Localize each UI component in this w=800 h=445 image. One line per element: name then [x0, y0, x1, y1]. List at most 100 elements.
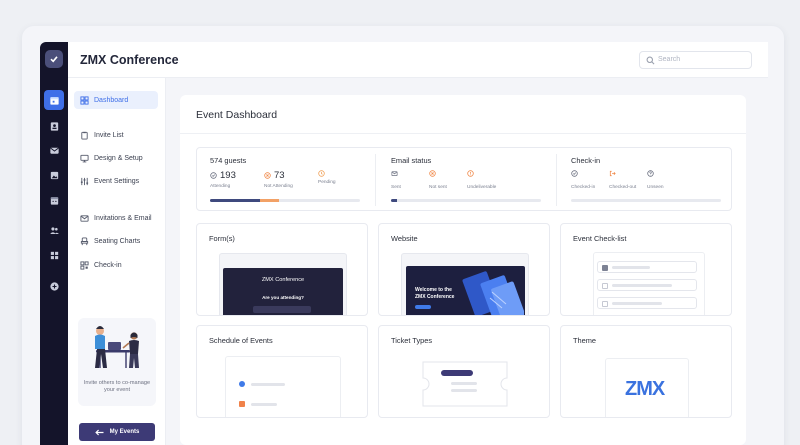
schedule-card[interactable]: Schedule of Events: [196, 325, 368, 418]
checked-in-stat[interactable]: Checked-in: [571, 170, 595, 190]
sidebar-item-dashboard[interactable]: Dashboard: [74, 91, 158, 109]
my-events-label: My Events: [109, 429, 140, 435]
clipboard-icon: [81, 131, 88, 140]
ticket-illustration: [422, 361, 508, 407]
users-icon[interactable]: [44, 220, 64, 240]
contacts-icon[interactable]: [44, 116, 64, 136]
attending-count: 193: [220, 170, 236, 181]
undeliverable-stat[interactable]: Undeliverable: [467, 170, 496, 190]
form-preview: ZMX Conference Are you attending?: [223, 268, 343, 315]
search-input[interactable]: Search: [639, 51, 752, 69]
unseen-stat[interactable]: Unseen: [647, 170, 664, 190]
sidebar-item-label: Invitations & Email: [94, 214, 152, 222]
team-illustration: [95, 326, 139, 368]
divider: [180, 133, 746, 134]
ticket-types-card[interactable]: Ticket Types: [378, 325, 550, 418]
theme-card[interactable]: Theme ZMX: [560, 325, 732, 418]
website-preview-text-1: Welcome to the: [415, 287, 452, 293]
checklist-row: [597, 297, 697, 309]
card-title: Schedule of Events: [209, 336, 273, 345]
website-preview-text-2: ZMX Conference: [415, 294, 455, 300]
sidebar-item-check-in[interactable]: Check-in: [74, 256, 158, 274]
form-preview-input: [253, 306, 311, 313]
skeleton-line: [612, 266, 650, 269]
x-circle-icon: [264, 172, 271, 179]
sidebar-item-label: Event Settings: [94, 177, 140, 185]
card-title: Theme: [573, 336, 597, 345]
sidebar-item-event-settings[interactable]: Event Settings: [74, 172, 158, 190]
sidebar-item-invite-list[interactable]: Invite List: [74, 126, 158, 144]
checkbox-icon: [602, 300, 608, 307]
attending-stat[interactable]: 193 Attending: [210, 170, 236, 189]
dashboard-icon: [80, 95, 89, 105]
envelope-icon: [391, 171, 398, 176]
calendar-grid-icon[interactable]: [44, 190, 64, 210]
attending-label: Attending: [210, 184, 231, 189]
guests-heading: 574 guests: [210, 156, 247, 165]
schedule-preview: [225, 356, 341, 417]
theme-logo: ZMX: [625, 378, 665, 400]
sidebar-item-label: Dashboard: [94, 96, 129, 104]
email-heading: Email status: [391, 156, 432, 165]
checklist-row: [597, 279, 697, 291]
skeleton-line: [612, 302, 662, 305]
unseen-label: Unseen: [647, 185, 664, 190]
sent-label: Sent: [391, 185, 401, 190]
co-manage-promo: Invite others to co-manage your event: [78, 318, 156, 406]
sliders-icon: [80, 177, 89, 185]
mail-icon[interactable]: [44, 140, 64, 160]
email-group: Email status Sent Not sent Undeliverable: [391, 148, 551, 212]
skeleton-line: [251, 403, 277, 406]
schedule-dot-icon: [239, 381, 245, 387]
check-logo-icon[interactable]: [45, 50, 63, 68]
my-events-button[interactable]: My Events: [79, 423, 155, 441]
pending-stat[interactable]: Pending: [318, 170, 336, 185]
attending-progress: [210, 199, 261, 202]
exit-icon: [609, 170, 616, 177]
sidebar-item-invitations-email[interactable]: Invitations & Email: [74, 209, 158, 227]
email-progress: [391, 199, 397, 202]
sidebar-item-design-setup[interactable]: Design & Setup: [74, 149, 158, 167]
sent-stat[interactable]: Sent: [391, 170, 401, 190]
schedule-dot-icon: [239, 401, 245, 407]
card-title: Form(s): [209, 234, 235, 243]
page-title: Event Dashboard: [196, 109, 278, 121]
search-placeholder: Search: [658, 56, 681, 63]
not-sent-label: Not sent: [429, 185, 447, 190]
not-attending-label: Not Attending: [264, 184, 293, 189]
not-attending-stat[interactable]: 73 Not Attending: [264, 170, 293, 189]
alert-circle-icon: [467, 170, 474, 177]
app-title: ZMX Conference: [80, 53, 179, 67]
undeliverable-label: Undeliverable: [467, 185, 497, 190]
card-title: Event Check-list: [573, 234, 627, 243]
sidebar-item-label: Seating Charts: [94, 237, 141, 245]
checked-in-label: Checked-in: [571, 185, 596, 190]
skeleton-line: [612, 284, 672, 287]
clock-icon: [318, 170, 325, 177]
check-circle-icon: [571, 170, 578, 177]
skeleton-line: [251, 383, 285, 386]
plus-circle-icon[interactable]: [44, 276, 64, 296]
calendar-icon[interactable]: [44, 90, 64, 110]
checked-out-stat[interactable]: Checked-out: [609, 170, 636, 190]
forms-card[interactable]: Form(s) ZMX Conference Are you attending…: [196, 223, 368, 316]
apps-icon[interactable]: [44, 245, 64, 265]
website-preview: Welcome to the ZMX Conference: [406, 266, 525, 315]
image-icon[interactable]: [44, 165, 64, 185]
card-title: Ticket Types: [391, 336, 433, 345]
promo-text: Invite others to co-manage your event: [83, 380, 151, 393]
not-attending-progress: [260, 199, 280, 202]
search-icon: [646, 56, 655, 65]
icon-rail: [40, 42, 68, 445]
tickets-illustration: [462, 271, 524, 315]
checkin-heading: Check-in: [571, 156, 601, 165]
website-card[interactable]: Website Welcome to the ZMX Conference: [378, 223, 550, 316]
checkin-group: Check-in Checked-in Checked-out Unseen: [571, 148, 723, 212]
not-sent-stat[interactable]: Not sent: [429, 170, 447, 190]
checkin-progress-bar: [571, 199, 721, 202]
event-checklist-card[interactable]: Event Check-list: [560, 223, 732, 316]
sidebar-item-seating-charts[interactable]: Seating Charts: [74, 232, 158, 250]
checked-out-label: Checked-out: [609, 185, 637, 190]
guests-group: 574 guests 193 Attending 73 Not Attendin…: [210, 148, 370, 212]
help-circle-icon: [647, 170, 654, 177]
